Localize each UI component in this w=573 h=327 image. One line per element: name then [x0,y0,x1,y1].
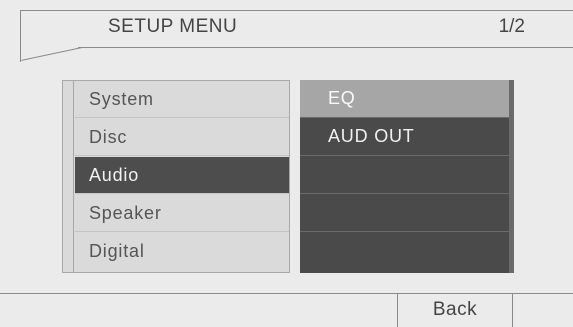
page-title: SETUP MENU [108,16,238,37]
page-indicator: 1/2 [498,16,525,37]
header-divider-top [20,10,573,11]
menu-item-speaker[interactable]: Speaker [75,195,289,232]
menu-gutter [73,81,74,272]
back-button[interactable]: Back [397,293,513,327]
menu-item-system[interactable]: System [75,81,289,118]
option-empty-2 [300,194,509,232]
menu-item-disc[interactable]: Disc [75,119,289,156]
option-aud-out[interactable]: AUD OUT [300,118,509,156]
header-divider-bottom [78,47,573,48]
option-eq[interactable]: EQ [300,80,509,118]
setup-screen: SETUP MENU 1/2 System Disc Audio Speaker… [0,0,573,327]
menu-item-digital[interactable]: Digital [75,233,289,270]
option-empty-1 [300,156,509,194]
menu-item-audio[interactable]: Audio [75,157,289,194]
option-empty-3 [300,232,509,270]
options-panel: EQ AUD OUT [300,80,514,273]
header-divider-left [20,10,21,62]
options-scrollbar[interactable] [509,80,514,273]
category-menu: System Disc Audio Speaker Digital [62,80,290,273]
header-divider-diagonal [21,47,83,61]
